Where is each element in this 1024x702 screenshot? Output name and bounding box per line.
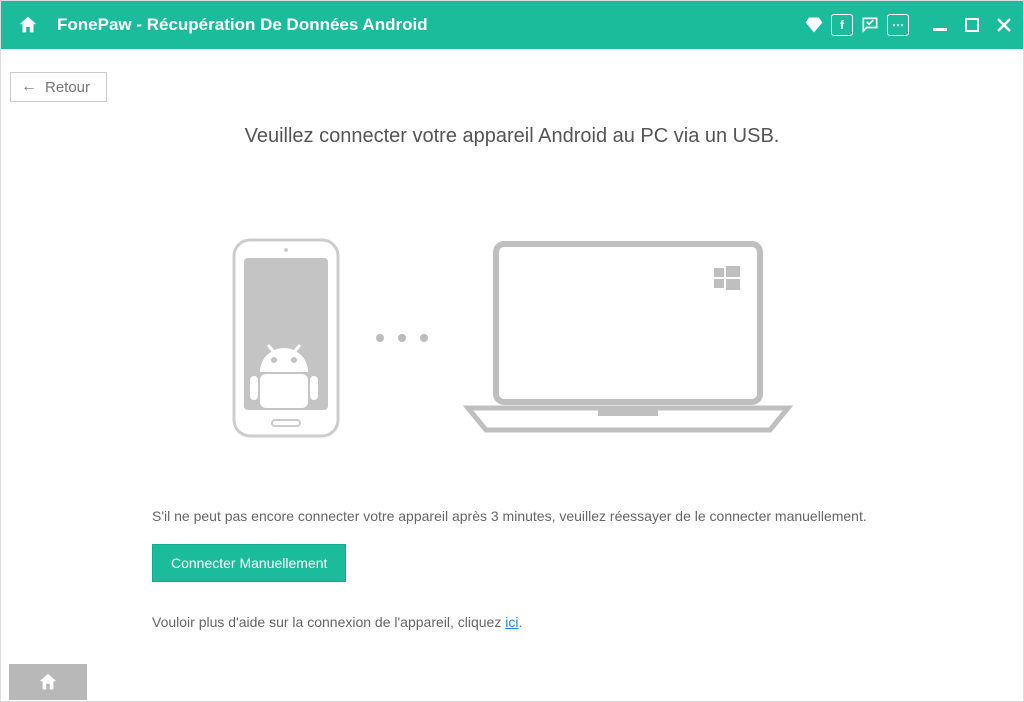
phone-icon bbox=[226, 238, 346, 438]
home-button[interactable] bbox=[11, 8, 45, 42]
help-suffix: . bbox=[518, 614, 522, 630]
app-title: FonePaw - Récupération De Données Androi… bbox=[57, 15, 803, 35]
help-link[interactable]: ici bbox=[505, 614, 518, 630]
minimize-button[interactable] bbox=[931, 16, 949, 34]
titlebar-right-icons: f ⋯ bbox=[803, 14, 1013, 36]
help-prefix: Vouloir plus d'aide sur la connexion de … bbox=[152, 614, 505, 630]
footer-home-button[interactable] bbox=[9, 664, 87, 700]
laptop-icon bbox=[458, 238, 798, 438]
window-controls bbox=[931, 16, 1013, 34]
maximize-button[interactable] bbox=[963, 16, 981, 34]
main-content: Veuillez connecter votre appareil Androi… bbox=[1, 49, 1023, 630]
more-icon[interactable]: ⋯ bbox=[887, 14, 909, 36]
instruction-text: Veuillez connecter votre appareil Androi… bbox=[1, 125, 1023, 148]
retry-text: S'il ne peut pas encore connecter votre … bbox=[152, 508, 872, 524]
close-button[interactable] bbox=[995, 16, 1013, 34]
help-line: Vouloir plus d'aide sur la connexion de … bbox=[152, 614, 872, 630]
titlebar: FonePaw - Récupération De Données Androi… bbox=[1, 1, 1023, 49]
connect-manually-button[interactable]: Connecter Manuellement bbox=[152, 544, 346, 582]
home-icon bbox=[37, 671, 59, 693]
facebook-icon[interactable]: f bbox=[831, 14, 853, 36]
connection-dots bbox=[376, 334, 428, 342]
connection-illustration bbox=[1, 238, 1023, 438]
below-section: S'il ne peut pas encore connecter votre … bbox=[152, 508, 872, 630]
feedback-icon[interactable] bbox=[859, 14, 881, 36]
home-icon bbox=[17, 14, 39, 36]
diamond-icon[interactable] bbox=[803, 14, 825, 36]
